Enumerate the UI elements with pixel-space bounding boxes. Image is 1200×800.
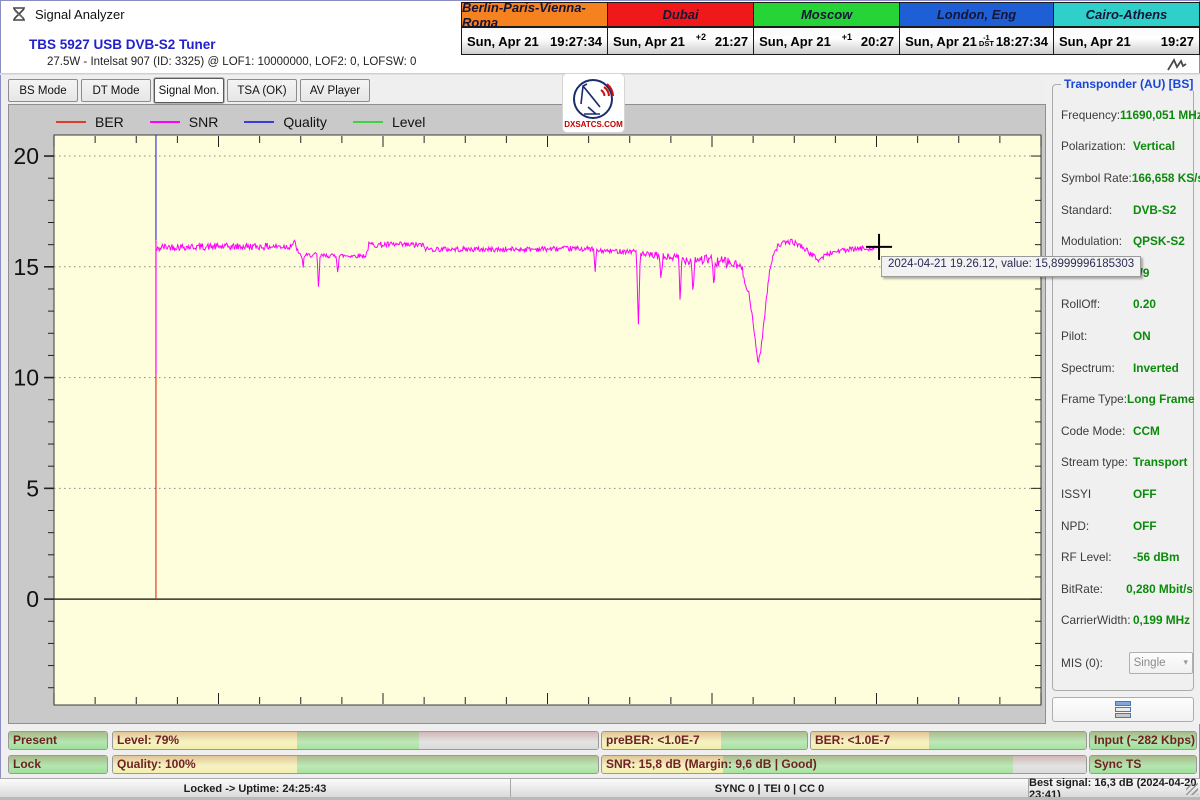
clock-time: 19:27:34 — [550, 34, 602, 49]
status-sync-counters: SYNC 0 | TEI 0 | CC 0 — [510, 779, 1028, 799]
tab-dt-mode[interactable]: DT Mode — [81, 79, 151, 102]
legend-snr: SNR — [150, 114, 219, 130]
tp-row-frame-type: Frame Type:Long Frame — [1053, 383, 1193, 415]
signal-analyzer-window: Signal Analyzer TBS 5927 USB DVB-S2 Tune… — [0, 0, 1200, 800]
legend-quality: Quality — [244, 114, 327, 130]
transponder-rows: Frequency:11690,051 MHz Polarization:Ver… — [1053, 99, 1193, 679]
clock-dubai: Dubai Sun, Apr 21 +2 21:27 — [607, 3, 753, 54]
clock-date: Sun, Apr 21 — [613, 34, 685, 49]
clock-utc-offset: +2 — [696, 32, 706, 42]
tp-row-npd: NPD:OFF — [1053, 510, 1193, 542]
tuner-details: 27.5W - Intelsat 907 (ID: 3325) @ LOF1: … — [47, 56, 416, 68]
tp-row-rf-level: RF Level:-56 dBm — [1053, 541, 1193, 573]
clock-london: London, Eng Sun, Apr 21 -1 DST 18:27:34 — [899, 3, 1053, 54]
svg-text:DXSATCS.COM: DXSATCS.COM — [564, 120, 623, 129]
clock-moscow: Moscow Sun, Apr 21 +1 20:27 — [753, 3, 899, 54]
clock-date: Sun, Apr 21 — [467, 34, 539, 49]
clock-time: 21:27 — [715, 34, 748, 49]
clock-time: 18:27:34 — [996, 34, 1048, 49]
tp-row-bitrate: BitRate:0,280 Mbit/s — [1053, 573, 1193, 605]
svg-text:15: 15 — [13, 254, 39, 280]
transponder-panel: Transponder (AU) [BS] Frequency:11690,05… — [1046, 75, 1200, 724]
level-line-swatch — [353, 121, 383, 123]
svg-text:20: 20 — [13, 143, 39, 169]
status-best-signal: Best signal: 16,3 dB (2024-04-20 23:41) — [1028, 779, 1200, 799]
snr-plot-area[interactable]: 0 5 10 15 20 — [9, 105, 1043, 721]
clock-city-label: London, Eng — [900, 3, 1053, 28]
signature-watermark — [1166, 58, 1188, 72]
tp-row-mis: MIS (0): Single ▾ — [1053, 647, 1193, 679]
tab-av-player[interactable]: AV Player — [300, 79, 370, 102]
tp-row-issyi: ISSYIOFF — [1053, 478, 1193, 510]
chart-legend: BER SNR Quality Level — [56, 114, 441, 130]
tp-row-carrier-width: CarrierWidth:0,199 MHz — [1053, 605, 1193, 637]
tp-row-spectrum: Spectrum:Inverted — [1053, 352, 1193, 384]
clock-utc-offset: +1 — [842, 32, 852, 42]
quality-meter: Quality: 100% — [112, 755, 599, 774]
lock-indicator: Lock — [8, 755, 108, 774]
mode-tabs: BS Mode DT Mode Signal Mon. TSA (OK) AV … — [8, 79, 370, 103]
sync-ts-indicator: Sync TS — [1089, 755, 1197, 774]
clock-berlin: Berlin-Paris-Vienna-Roma Sun, Apr 21 19:… — [462, 3, 607, 54]
clock-date: Sun, Apr 21 — [905, 34, 977, 49]
svg-text:0: 0 — [26, 586, 39, 612]
satellite-dish-icon — [11, 7, 29, 23]
tp-row-frequency: Frequency:11690,051 MHz — [1053, 99, 1193, 131]
snr-meter: SNR: 15,8 dB (Margin: 9,6 dB | Good) — [601, 755, 1087, 774]
record-list-button[interactable] — [1052, 697, 1194, 722]
ber-line-swatch — [56, 121, 86, 123]
present-indicator: Present — [8, 731, 108, 750]
svg-text:10: 10 — [13, 365, 39, 391]
quality-line-swatch — [244, 121, 274, 123]
clock-dst-offset: -1 DST — [979, 35, 994, 47]
tp-row-pilot: Pilot:ON — [1053, 320, 1193, 352]
world-clock-panel: Berlin-Paris-Vienna-Roma Sun, Apr 21 19:… — [461, 2, 1200, 55]
window-title: Signal Analyzer — [35, 7, 125, 22]
status-bar: Locked -> Uptime: 24:25:43 SYNC 0 | TEI … — [0, 778, 1200, 799]
tab-bs-mode[interactable]: BS Mode — [8, 79, 78, 102]
clock-city-label: Berlin-Paris-Vienna-Roma — [462, 3, 607, 28]
tp-row-symbol-rate: Symbol Rate:166,658 KS/s — [1053, 162, 1193, 194]
mis-dropdown[interactable]: Single ▾ — [1129, 652, 1193, 674]
clock-city-label: Cairo-Athens — [1054, 3, 1199, 28]
dxsatcs-logo: DXSATCS.COM — [562, 73, 625, 133]
tp-row-stream-type: Stream type:Transport — [1053, 447, 1193, 479]
chart-tooltip: 2024-04-21 19.26.12, value: 15,899999618… — [881, 256, 1141, 277]
clock-time: 19:27 — [1161, 34, 1194, 49]
transponder-title: Transponder (AU) [BS] — [1061, 77, 1196, 91]
transponder-groupbox: Transponder (AU) [BS] Frequency:11690,05… — [1052, 84, 1194, 691]
ber-meter: BER: <1.0E-7 — [810, 731, 1087, 750]
preber-meter: preBER: <1.0E-7 — [601, 731, 808, 750]
stacked-disks-icon — [1115, 701, 1131, 718]
tp-row-standard: Standard:DVB-S2 — [1053, 194, 1193, 226]
clock-cairo: Cairo-Athens Sun, Apr 21 19:27 — [1053, 3, 1199, 54]
clock-date: Sun, Apr 21 — [759, 34, 831, 49]
clock-time: 20:27 — [861, 34, 894, 49]
status-uptime: Locked -> Uptime: 24:25:43 — [0, 779, 510, 799]
level-meter: Level: 79% — [112, 731, 599, 750]
tp-row-polarization: Polarization:Vertical — [1053, 131, 1193, 163]
clock-city-label: Moscow — [754, 3, 899, 28]
tp-row-rolloff: RollOff:0.20 — [1053, 289, 1193, 321]
resize-grip[interactable] — [1186, 783, 1198, 795]
tp-row-modulation: Modulation:QPSK-S2 — [1053, 225, 1193, 257]
tuner-name: TBS 5927 USB DVB-S2 Tuner — [29, 37, 216, 52]
legend-level: Level — [353, 114, 425, 130]
input-indicator: Input (~282 Kbps) — [1089, 731, 1197, 750]
tp-row-code-mode: Code Mode:CCM — [1053, 415, 1193, 447]
chevron-down-icon: ▾ — [1183, 657, 1188, 668]
tab-tsa[interactable]: TSA (OK) — [227, 79, 297, 102]
signal-chart-widget: BER SNR Quality Level 05101520 2024-04-2… — [8, 104, 1046, 724]
clock-city-label: Dubai — [608, 3, 753, 28]
clock-date: Sun, Apr 21 — [1059, 34, 1131, 49]
snr-line-swatch — [150, 121, 180, 123]
legend-ber: BER — [56, 114, 124, 130]
svg-text:5: 5 — [26, 475, 39, 501]
tab-signal-mon[interactable]: Signal Mon. — [154, 78, 224, 103]
